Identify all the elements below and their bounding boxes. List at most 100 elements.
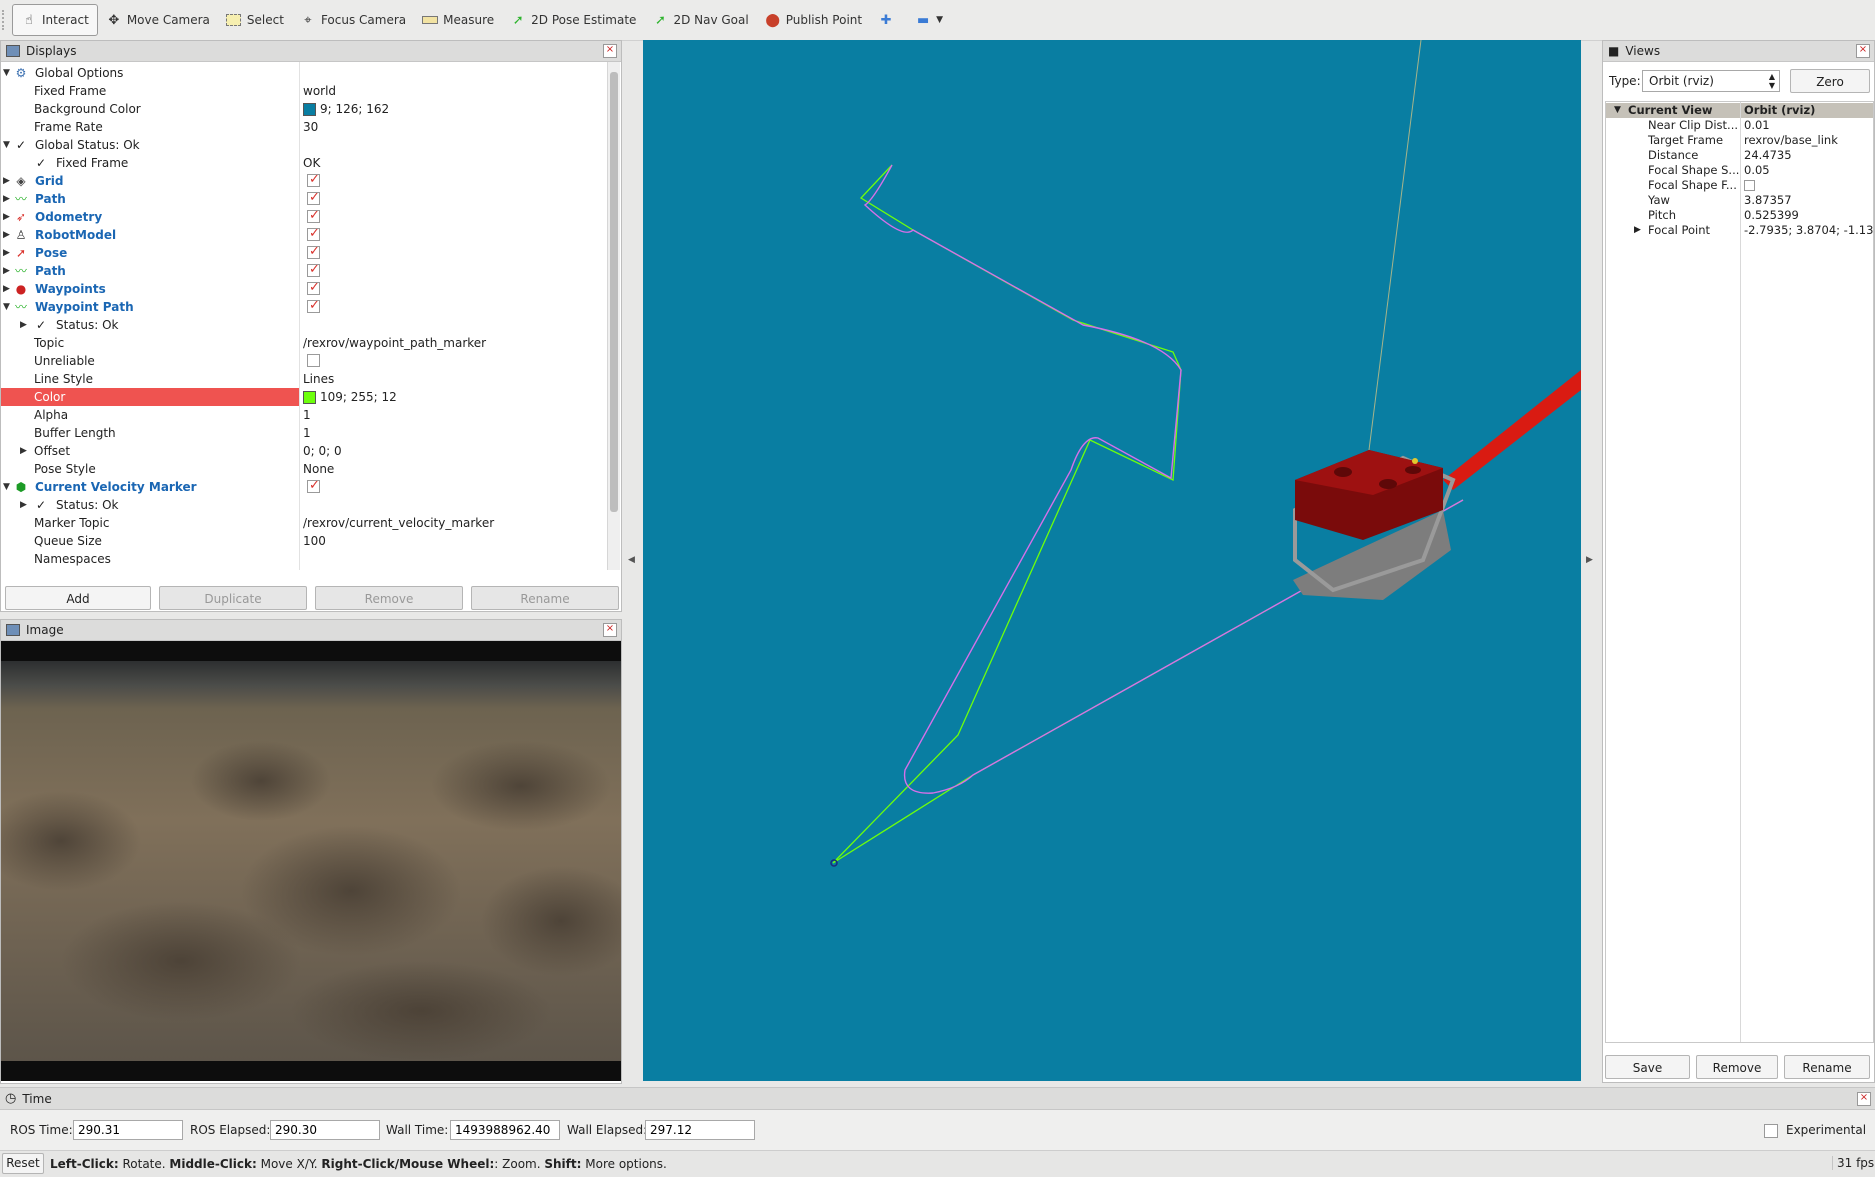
tree-row-line-style[interactable]: Line Style Lines <box>1 370 607 388</box>
zero-view-button[interactable]: Zero <box>1790 69 1870 93</box>
displays-scrollbar[interactable] <box>607 62 620 570</box>
toolbar-grip[interactable] <box>2 10 12 30</box>
tree-row-pose-style[interactable]: Pose Style None <box>1 460 607 478</box>
experimental-checkbox[interactable] <box>1764 1124 1778 1138</box>
focal-shape-fixed-checkbox[interactable] <box>1744 180 1755 191</box>
tree-row-current-velocity-marker[interactable]: ▼ ⬢ Current Velocity Marker <box>1 477 607 496</box>
add-display-button[interactable]: Add <box>5 586 151 610</box>
tree-row-pose[interactable]: ▶ ➚ Pose <box>1 243 607 262</box>
main-toolbar: ☝ Interact ✥ Move Camera Select ⌖ Focus Cam… <box>0 0 1875 41</box>
enable-checkbox[interactable] <box>307 243 320 261</box>
tree-row-fixed-frame-status[interactable]: ✓ Fixed Frame OK <box>1 154 607 172</box>
tool-select[interactable]: Select <box>218 5 292 35</box>
tree-row-unreliable[interactable]: Unreliable <box>1 352 607 370</box>
tool-focus-camera[interactable]: ⌖ Focus Camera <box>292 5 414 35</box>
tree-row-waypoints[interactable]: ▶ ● Waypoints <box>1 279 607 298</box>
color-swatch[interactable] <box>303 391 316 404</box>
tree-row-marker-status[interactable]: ▶ ✓ Status: Ok <box>1 496 607 514</box>
tool-2d-pose-estimate[interactable]: ➚ 2D Pose Estimate <box>502 5 644 35</box>
remove-view-button[interactable]: Remove <box>1696 1055 1778 1079</box>
tree-row-topic[interactable]: Topic/rexrov/waypoint_path_marker <box>1 334 607 352</box>
unreliable-checkbox[interactable] <box>307 354 320 367</box>
duplicate-display-button[interactable]: Duplicate <box>159 586 307 610</box>
tree-row-global-options[interactable]: ▼ ⚙ Global Options <box>1 64 607 82</box>
expand-arrow-icon[interactable]: ▶ <box>20 496 30 514</box>
tree-row-odometry[interactable]: ▶ ➶ Odometry <box>1 207 607 226</box>
status-hint: Left-Click: Rotate. Middle-Click: Move X… <box>50 1157 667 1171</box>
expand-arrow-icon[interactable]: ▶ <box>20 442 30 460</box>
tree-row-namespaces[interactable]: Namespaces <box>1 550 607 568</box>
tree-row-robotmodel[interactable]: ▶ ♙ RobotModel <box>1 225 607 244</box>
expand-arrow-icon[interactable]: ▶ <box>3 280 13 298</box>
tree-row-offset[interactable]: ▶ Offset 0; 0; 0 <box>1 442 607 460</box>
close-icon[interactable]: × <box>1857 1091 1871 1106</box>
expand-arrow-icon[interactable]: ▶ <box>3 262 13 280</box>
ros-time-field[interactable] <box>73 1120 183 1140</box>
remove-tool-menu[interactable]: ▬ ▼ <box>907 5 951 35</box>
remove-display-button[interactable]: Remove <box>315 586 463 610</box>
expand-arrow-icon[interactable]: ▶ <box>3 190 13 208</box>
enable-checkbox[interactable] <box>307 261 320 279</box>
collapse-left-arrow-icon[interactable]: ◀ <box>628 555 635 565</box>
save-view-button[interactable]: Save <box>1605 1055 1690 1079</box>
ros-elapsed-field[interactable] <box>270 1120 380 1140</box>
collapse-right-arrow-icon[interactable]: ▶ <box>1586 555 1593 565</box>
rename-display-button[interactable]: Rename <box>471 586 619 610</box>
collapse-arrow-icon[interactable]: ▼ <box>3 298 13 316</box>
tree-row-path-2[interactable]: ▶ 〰 Path <box>1 261 607 280</box>
collapse-arrow-icon[interactable]: ▼ <box>1614 103 1621 118</box>
wall-elapsed-field[interactable] <box>645 1120 755 1140</box>
expand-arrow-icon[interactable]: ▶ <box>20 316 30 334</box>
enable-checkbox[interactable] <box>307 225 320 243</box>
expand-arrow-icon[interactable]: ▶ <box>3 226 13 244</box>
view-type-select[interactable]: Orbit (rviz) ▲ ▼ <box>1642 70 1780 92</box>
tool-2d-nav-goal[interactable]: ➚ 2D Nav Goal <box>644 5 756 35</box>
color-swatch[interactable] <box>303 103 316 116</box>
tree-row-path[interactable]: ▶ 〰 Path <box>1 189 607 208</box>
tree-row-waypoint-path[interactable]: ▼ 〰 Waypoint Path <box>1 297 607 316</box>
camera-image <box>0 641 641 1081</box>
tree-row-waypoint-status[interactable]: ▶ ✓ Status: Ok <box>1 316 607 334</box>
tree-column-divider[interactable] <box>299 62 300 570</box>
enable-checkbox[interactable] <box>307 477 320 495</box>
tool-move-camera[interactable]: ✥ Move Camera <box>98 5 218 35</box>
enable-checkbox[interactable] <box>307 171 320 189</box>
enable-checkbox[interactable] <box>307 279 320 297</box>
enable-checkbox[interactable] <box>307 189 320 207</box>
tree-row-queue-size[interactable]: Queue Size 100 <box>1 532 607 550</box>
scrollbar-thumb[interactable] <box>610 72 618 512</box>
close-icon[interactable]: × <box>603 44 617 58</box>
tool-publish-point[interactable]: ⬤ Publish Point <box>757 5 870 35</box>
expand-arrow-icon[interactable]: ▶ <box>3 244 13 262</box>
tree-row-marker-topic[interactable]: Marker Topic/rexrov/current_velocity_mar… <box>1 514 607 532</box>
rename-view-button[interactable]: Rename <box>1784 1055 1870 1079</box>
collapse-arrow-icon[interactable]: ▼ <box>3 478 13 496</box>
expand-arrow-icon[interactable]: ▶ <box>3 172 13 190</box>
tree-row-frame-rate[interactable]: Frame Rate 30 <box>1 118 607 136</box>
tree-row-alpha[interactable]: Alpha 1 <box>1 406 607 424</box>
tree-row-global-status[interactable]: ▼ ✓ Global Status: Ok <box>1 136 607 154</box>
add-tool-button[interactable]: ✚ <box>870 5 907 35</box>
collapse-arrow-icon[interactable]: ▼ <box>3 64 13 82</box>
expand-arrow-icon[interactable]: ▶ <box>3 208 13 226</box>
enable-checkbox[interactable] <box>307 207 320 225</box>
close-icon[interactable]: × <box>1856 44 1870 58</box>
3d-render-view[interactable] <box>643 40 1581 1081</box>
enable-checkbox[interactable] <box>307 297 320 315</box>
tree-row-buffer-length[interactable]: Buffer Length 1 <box>1 424 607 442</box>
views-column-divider[interactable] <box>1740 102 1741 1042</box>
tree-row-fixed-frame[interactable]: Fixed Frame world <box>1 82 607 100</box>
expand-arrow-icon[interactable]: ▶ <box>1634 223 1641 238</box>
tool-measure[interactable]: Measure <box>414 5 502 35</box>
tree-row-grid[interactable]: ▶ ◈ Grid <box>1 171 607 190</box>
time-title: Time <box>22 1091 52 1106</box>
wall-time-field[interactable] <box>450 1120 560 1140</box>
tool-interact[interactable]: ☝ Interact <box>12 4 98 36</box>
path-icon: 〰 <box>14 192 27 206</box>
reset-button[interactable]: Reset <box>2 1153 44 1174</box>
fps-counter: 31 fps <box>1832 1156 1874 1170</box>
collapse-arrow-icon[interactable]: ▼ <box>3 136 13 154</box>
tree-row-color[interactable]: Color 109; 255; 12 <box>1 388 607 406</box>
tree-row-background-color[interactable]: Background Color 9; 126; 162 <box>1 100 607 118</box>
close-icon[interactable]: × <box>603 623 617 637</box>
